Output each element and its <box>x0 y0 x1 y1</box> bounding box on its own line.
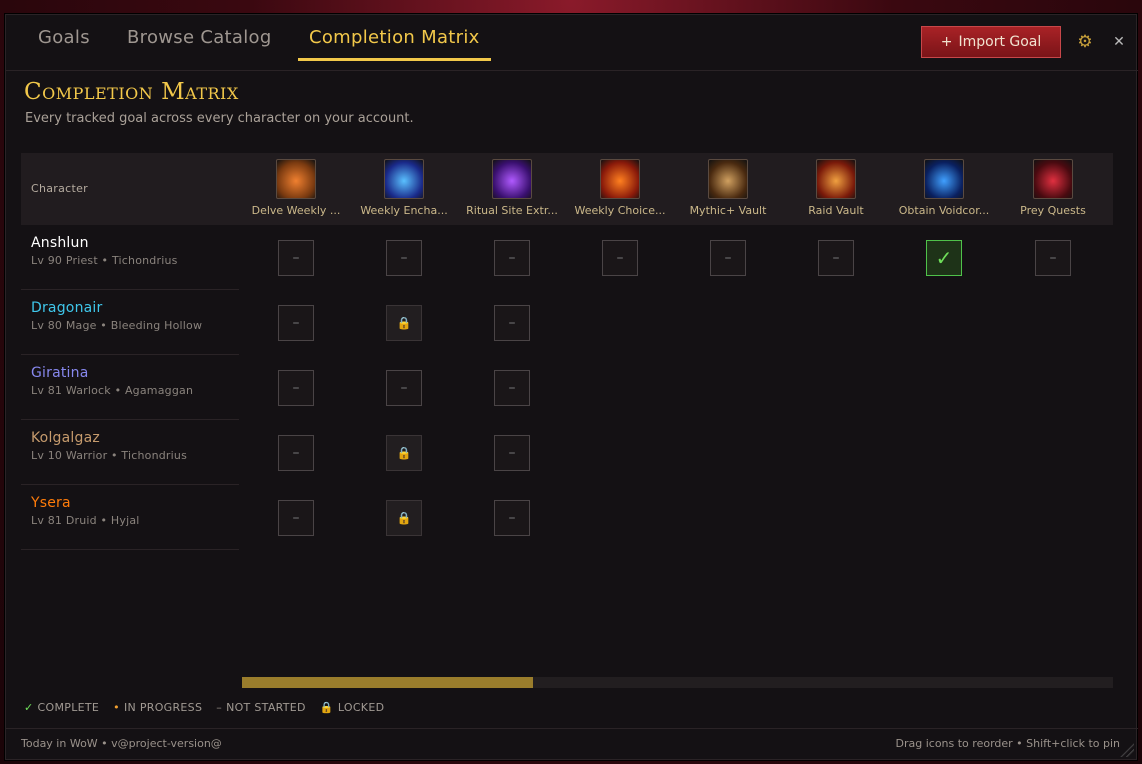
horizontal-scrollbar[interactable] <box>242 677 1113 688</box>
character-name[interactable]: Kolgalgaz <box>31 430 100 446</box>
footer-hint: Drag icons to reorder • Shift+click to p… <box>895 737 1121 750</box>
not-started-cell[interactable]: – <box>494 305 530 341</box>
scrollbar-thumb[interactable] <box>242 677 533 688</box>
vault-icon[interactable] <box>708 159 748 199</box>
goal-label: Delve Weekly ... <box>251 204 341 217</box>
legend-symbol: 🔒 <box>319 701 334 714</box>
not-started-cell[interactable]: – <box>278 370 314 406</box>
enchant-icon[interactable] <box>384 159 424 199</box>
tab-browse-catalog[interactable]: Browse Catalog <box>127 27 272 59</box>
matrix-header: Character Delve Weekly ... Weekly Encha..… <box>21 153 1113 225</box>
character-row: Kolgalgaz Lv 10 Warrior • Tichondrius – 🔒 – <box>21 420 1113 485</box>
legend-item: 🔒 LOCKED <box>320 701 385 714</box>
legend-label: LOCKED <box>337 701 385 714</box>
delve-icon[interactable] <box>276 159 316 199</box>
not-started-cell[interactable]: – <box>602 240 638 276</box>
goal-column-header[interactable]: Raid Vault <box>782 159 890 217</box>
character-row: Ysera Lv 81 Druid • Hyjal – 🔒 – <box>21 485 1113 550</box>
legend-item: ✓ COMPLETE <box>24 701 99 714</box>
voidcore-icon[interactable] <box>924 159 964 199</box>
ritual-icon[interactable] <box>492 159 532 199</box>
goal-label: Obtain Voidcor... <box>898 204 990 217</box>
legend-symbol: – <box>216 701 223 714</box>
tab-completion-matrix[interactable]: Completion Matrix <box>309 27 480 59</box>
not-started-cell[interactable]: – <box>278 240 314 276</box>
close-icon[interactable]: ✕ <box>1112 33 1126 51</box>
page-subtitle: Every tracked goal across every characte… <box>25 111 414 126</box>
goal-column-header[interactable]: Delve Weekly ... <box>242 159 350 217</box>
character-name[interactable]: Anshlun <box>31 235 89 251</box>
gear-icon[interactable]: ⚙ <box>1076 33 1094 51</box>
goal-column-header[interactable]: Ritual Site Extr... <box>458 159 566 217</box>
goal-label: Mythic+ Vault <box>689 204 767 217</box>
raid-vault-icon[interactable] <box>816 159 856 199</box>
not-started-cell[interactable]: – <box>818 240 854 276</box>
active-tab-indicator <box>298 58 491 61</box>
choice-icon[interactable] <box>600 159 640 199</box>
not-started-cell[interactable]: – <box>386 370 422 406</box>
character-row: Giratina Lv 81 Warlock • Agamaggan – – – <box>21 355 1113 420</box>
footer-status: Today in WoW • v@project-version@ <box>21 737 222 750</box>
locked-cell[interactable]: 🔒 <box>386 305 422 341</box>
addon-window: Goals Browse Catalog Completion Matrix +… <box>5 14 1138 760</box>
not-started-cell[interactable]: – <box>494 500 530 536</box>
legend-symbol: ✓ <box>24 701 34 714</box>
goal-column-header[interactable]: Mythic+ Vault <box>674 159 782 217</box>
character-row: Dragonair Lv 80 Mage • Bleeding Hollow – 🔒 – <box>21 290 1113 355</box>
plus-icon: + <box>940 34 953 50</box>
goal-label: Ritual Site Extr... <box>466 204 558 217</box>
prey-icon[interactable] <box>1033 159 1073 199</box>
character-info: Lv 90 Priest • Tichondrius <box>31 254 178 267</box>
status-legend: ✓ COMPLETE • IN PROGRESS – NOT STARTED 🔒 LOCKED <box>24 701 384 714</box>
footer-divider <box>6 728 1138 729</box>
character-info: Lv 80 Mage • Bleeding Hollow <box>31 319 203 332</box>
resize-handle[interactable] <box>1120 743 1134 757</box>
not-started-cell[interactable]: – <box>278 305 314 341</box>
not-started-cell[interactable]: – <box>494 435 530 471</box>
import-goal-label: Import Goal <box>958 34 1042 50</box>
character-info: Lv 81 Warlock • Agamaggan <box>31 384 194 397</box>
completion-matrix: Character Delve Weekly ... Weekly Encha..… <box>21 153 1113 553</box>
legend-item: – NOT STARTED <box>216 701 306 714</box>
character-row: Anshlun Lv 90 Priest • Tichondrius – – – – – – ✓… <box>21 225 1113 290</box>
character-name[interactable]: Giratina <box>31 365 89 381</box>
not-started-cell[interactable]: – <box>1035 240 1071 276</box>
legend-label: COMPLETE <box>37 701 100 714</box>
goal-column-header[interactable]: Weekly Choice... <box>566 159 674 217</box>
goal-column-header[interactable]: Weekly Encha... <box>350 159 458 217</box>
not-started-cell[interactable]: – <box>710 240 746 276</box>
legend-label: IN PROGRESS <box>123 701 203 714</box>
row-divider <box>21 549 239 550</box>
not-started-cell[interactable]: – <box>386 240 422 276</box>
top-navigation: Goals Browse Catalog Completion Matrix +… <box>6 15 1138 71</box>
character-column-header: Character <box>31 182 89 195</box>
character-name[interactable]: Dragonair <box>31 300 102 316</box>
goal-column-header[interactable]: Prey Quests <box>999 159 1107 217</box>
not-started-cell[interactable]: – <box>278 435 314 471</box>
goal-label: Prey Quests <box>1020 204 1086 217</box>
locked-cell[interactable]: 🔒 <box>386 435 422 471</box>
not-started-cell[interactable]: – <box>494 370 530 406</box>
not-started-cell[interactable]: – <box>278 500 314 536</box>
legend-symbol: • <box>113 701 120 714</box>
legend-item: • IN PROGRESS <box>113 701 202 714</box>
legend-label: NOT STARTED <box>226 701 306 714</box>
page-title: Completion Matrix <box>24 79 239 105</box>
character-name[interactable]: Ysera <box>31 495 71 511</box>
goal-label: Weekly Choice... <box>574 204 666 217</box>
character-info: Lv 81 Druid • Hyjal <box>31 514 140 527</box>
not-started-cell[interactable]: – <box>494 240 530 276</box>
import-goal-button[interactable]: + Import Goal <box>921 26 1061 58</box>
locked-cell[interactable]: 🔒 <box>386 500 422 536</box>
tab-goals[interactable]: Goals <box>38 27 90 59</box>
goal-label: Weekly Encha... <box>360 204 448 217</box>
goal-column-header[interactable]: Obtain Voidcor... <box>890 159 998 217</box>
complete-cell[interactable]: ✓ <box>926 240 962 276</box>
goal-label: Raid Vault <box>808 204 864 217</box>
character-info: Lv 10 Warrior • Tichondrius <box>31 449 188 462</box>
